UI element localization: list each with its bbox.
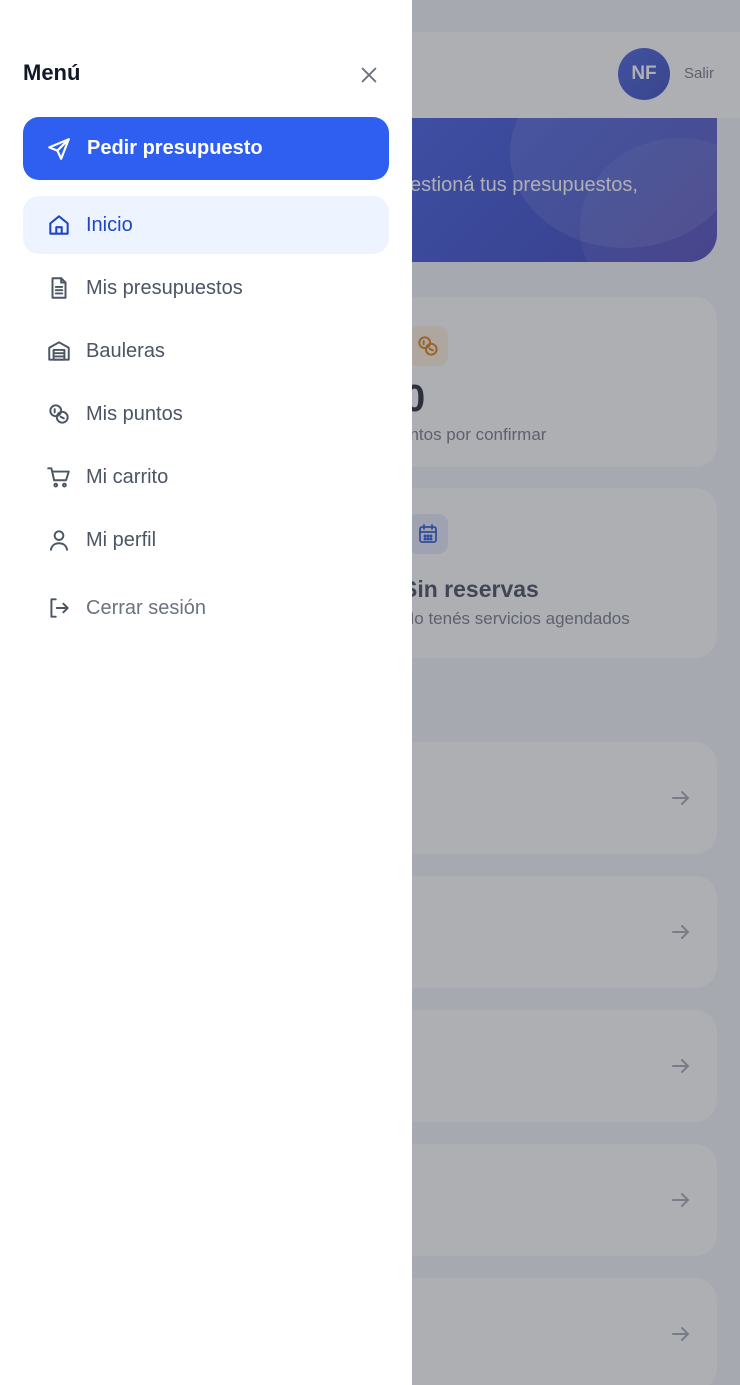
logout-button[interactable]: Cerrar sesión bbox=[23, 579, 389, 637]
nav-item-mi-perfil[interactable]: Mi perfil bbox=[23, 511, 389, 569]
nav-item-label: Mi carrito bbox=[86, 465, 169, 488]
nav-item-mis-presupuestos[interactable]: Mis presupuestos bbox=[23, 259, 389, 317]
request-quote-label: Pedir presupuesto bbox=[87, 137, 263, 159]
nav-item-inicio[interactable]: Inicio bbox=[23, 196, 389, 254]
storage-icon bbox=[45, 337, 73, 365]
drawer-title: Menú bbox=[23, 60, 81, 85]
logout-label: Cerrar sesión bbox=[86, 596, 207, 619]
nav-item-label: Mis puntos bbox=[86, 402, 183, 425]
user-icon bbox=[45, 526, 73, 554]
nav-item-mis-puntos[interactable]: Mis puntos bbox=[23, 385, 389, 443]
document-icon bbox=[45, 274, 73, 302]
home-icon bbox=[45, 211, 73, 239]
cart-icon bbox=[45, 463, 73, 491]
nav-item-label: Mis presupuestos bbox=[86, 276, 243, 299]
close-icon bbox=[361, 67, 377, 83]
coins-icon bbox=[45, 400, 73, 428]
close-button[interactable] bbox=[354, 60, 384, 90]
side-drawer: Menú Pedir presupuesto Inicio Mis presup… bbox=[0, 0, 412, 1385]
logout-icon bbox=[45, 594, 73, 622]
nav-item-bauleras[interactable]: Bauleras bbox=[23, 322, 389, 380]
request-quote-button[interactable]: Pedir presupuesto bbox=[23, 117, 389, 180]
send-icon bbox=[45, 135, 73, 163]
nav-item-mi-carrito[interactable]: Mi carrito bbox=[23, 448, 389, 506]
nav-item-label: Bauleras bbox=[86, 339, 165, 362]
nav-item-label: Mi perfil bbox=[86, 528, 157, 551]
nav-item-label: Inicio bbox=[86, 213, 133, 236]
